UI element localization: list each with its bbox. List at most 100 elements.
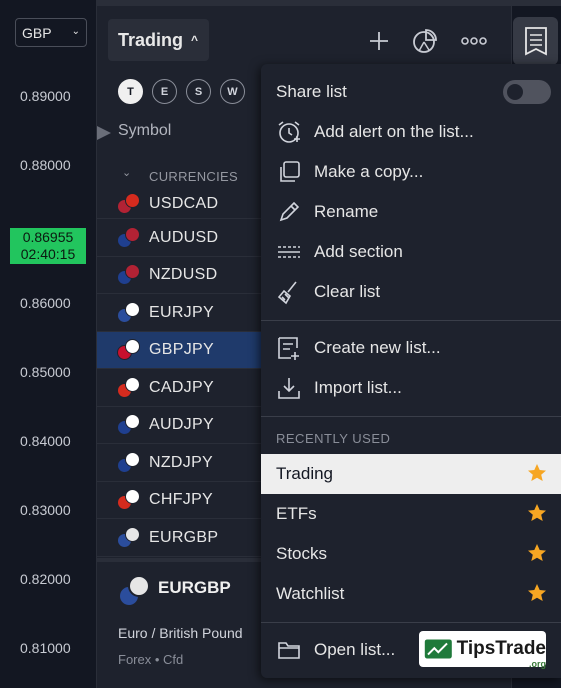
currency-select[interactable]: GBP ⌄ [15,18,87,47]
menu-item-label: Rename [314,202,379,221]
pair-flag-icon [117,414,143,436]
price-tick: 0.83000 [20,502,71,518]
menu-item-label: Create new list... [314,338,441,357]
symbol-column-header[interactable]: Symbol [118,122,171,140]
bar-countdown: 02:40:15 [20,246,76,262]
recent-item-etfs[interactable]: ETFs [261,494,561,534]
menu-divider [261,622,561,623]
pencil-icon [275,198,303,226]
menu-item-label: Add alert on the list... [314,122,474,141]
menu-item-label: Make a copy... [314,162,424,181]
watermark-suffix: .org [529,659,546,669]
pair-flag-icon [117,192,143,215]
menu-item-add-alert[interactable]: Add alert on the list... [261,112,561,152]
row-symbol: CHFJPY [149,491,214,508]
table-row[interactable]: AUDJPY [97,407,261,444]
row-symbol: AUDJPY [149,416,214,433]
currency-value: GBP [22,24,52,41]
menu-divider [261,320,561,321]
filter-chip-e[interactable]: E [152,79,177,104]
watermark-brand: TipsTrade .org [456,638,546,669]
row-symbol: CADJPY [149,378,214,396]
broom-icon [275,278,303,306]
chevron-up-icon: ^ [191,33,199,47]
star-icon[interactable] [527,543,547,568]
recent-item-label: ETFs [276,504,317,523]
row-symbol: NZDUSD [149,266,218,283]
watchlist-switcher-button[interactable]: Trading ^ [108,19,209,61]
pair-flag-icon [117,376,143,399]
watchlist-name: Trading [118,29,184,50]
table-row[interactable]: EURGBP [97,520,261,557]
watchlist-icon[interactable] [513,17,558,65]
detail-type: Forex • Cfd [118,652,184,667]
pair-flag-icon [117,264,143,286]
import-icon [275,374,303,402]
menu-item-make-copy[interactable]: Make a copy... [261,152,561,192]
star-icon[interactable] [527,463,547,488]
share-list-toggle[interactable] [503,80,551,104]
row-symbol: GBPJPY [149,341,214,358]
pair-flag-icon [117,526,143,549]
chevron-down-icon: ⌄ [122,167,132,179]
recent-item-watchlist[interactable]: Watchlist [261,574,561,614]
section-icon [275,238,303,266]
current-price-value: 0.86955 [22,229,74,245]
menu-item-add-section[interactable]: Add section [261,232,561,272]
toggle-knob [507,84,523,100]
menu-divider [261,416,561,417]
pair-flag-icon [117,339,143,361]
folder-icon [275,636,303,664]
copy-icon [275,158,303,186]
chart-logo-icon [424,639,452,659]
row-symbol: EURGBP [149,528,219,546]
table-row[interactable]: CHFJPY [97,482,261,519]
filter-chip-w[interactable]: W [220,79,245,104]
more-icon[interactable] [459,26,489,56]
menu-item-label: Add section [314,242,403,261]
star-icon[interactable] [527,583,547,608]
table-row[interactable]: EURJPY [97,295,261,332]
pair-flag-icon [118,575,150,607]
recent-item-label: Watchlist [276,584,345,603]
table-row[interactable]: NZDJPY [97,445,261,482]
table-row[interactable]: AUDUSD [97,220,261,257]
row-symbol: USDCAD [149,194,219,212]
pair-flag-icon [117,451,143,474]
menu-item-rename[interactable]: Rename [261,192,561,232]
row-symbol: EURJPY [149,303,214,321]
pie-chart-icon[interactable] [410,26,440,56]
menu-item-clear-list[interactable]: Clear list [261,272,561,312]
price-tick: 0.85000 [20,364,71,380]
price-tick: 0.88000 [20,157,71,173]
recent-item-stocks[interactable]: Stocks [261,534,561,574]
menu-item-create-list[interactable]: Create new list... [261,328,561,368]
table-row[interactable]: GBPJPY [97,332,261,369]
filter-chip-t[interactable]: T [118,79,143,104]
table-row[interactable]: NZDUSD [97,257,261,294]
menu-item-label: Open list... [314,640,396,659]
price-tick: 0.84000 [20,433,71,449]
recent-item-label: Stocks [276,544,328,563]
price-tick: 0.82000 [20,571,71,587]
share-list-label: Share list [276,82,347,101]
table-row[interactable]: CADJPY [97,370,261,407]
chevron-down-icon: ⌄ [71,26,80,37]
star-icon[interactable] [527,503,547,528]
menu-item-import-list[interactable]: Import list... [261,368,561,408]
section-header[interactable]: ⌄ CURRENCIES [97,160,261,188]
row-symbol: AUDUSD [149,228,219,246]
table-row[interactable]: USDCAD [97,189,261,219]
new-list-icon [275,334,303,362]
price-tick: 0.86000 [20,295,71,311]
recently-used-header: RECENTLY USED [276,431,391,446]
alarm-clock-icon [275,118,303,146]
detail-symbol: EURGBP [158,578,231,597]
filter-chip-s[interactable]: S [186,79,211,104]
pair-flag-icon [117,301,143,324]
detail-name: Euro / British Pound [118,625,243,641]
watermark-logo: TipsTrade .org [419,631,546,669]
plus-icon[interactable] [364,26,394,56]
recent-item-trading[interactable]: Trading [261,454,561,494]
section-label: CURRENCIES [149,169,238,184]
